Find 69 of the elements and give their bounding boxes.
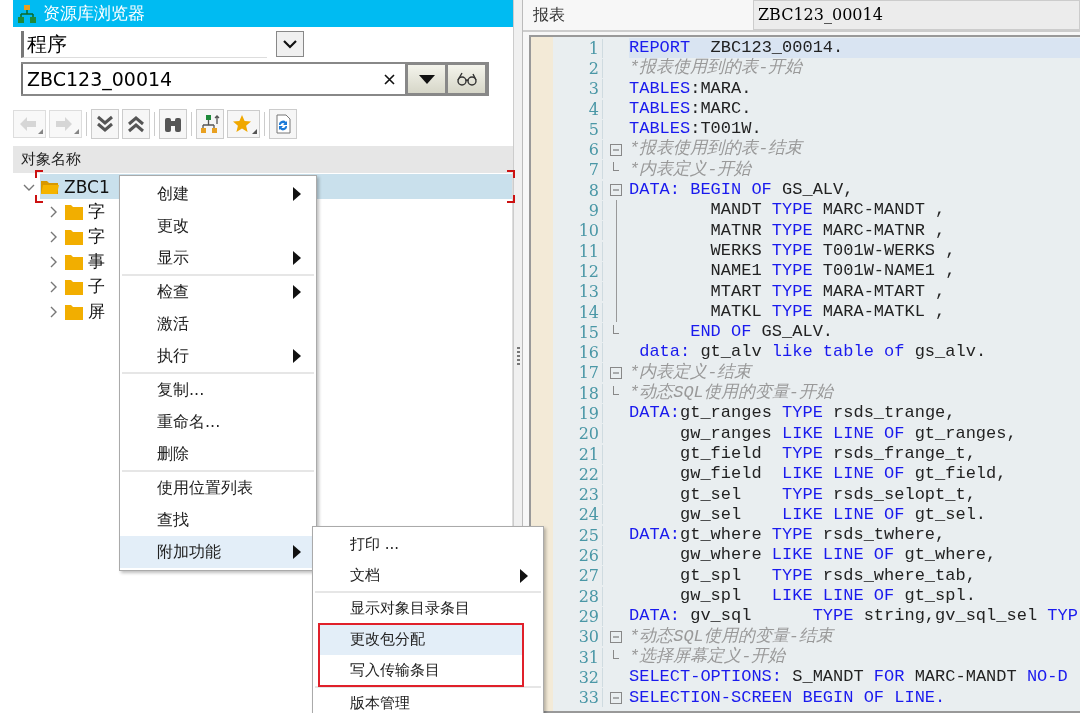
code-line: DATA: BEGIN OF GS_ALV, — [629, 180, 855, 201]
code-line: SELECT-OPTIONS: S_MANDT FOR MARC-MANDT NO-D — [629, 667, 1069, 688]
code-line: NAME1 TYPE T001W-NAME1 , — [709, 261, 957, 282]
line-number: 31 — [553, 647, 603, 667]
code-line: gt_field TYPE rsds_frange_t, — [679, 443, 977, 465]
line-number: 24 — [553, 505, 603, 525]
line-number: 4 — [553, 99, 603, 119]
line-number: 8 — [553, 180, 603, 200]
code-line: WERKS TYPE T001W-WERKS , — [709, 240, 957, 262]
line-number: 22 — [553, 464, 603, 484]
line-number: 29 — [553, 606, 603, 626]
code-line: MANDT TYPE MARC-MANDT , — [709, 200, 947, 221]
line-number: 11 — [553, 241, 603, 261]
line-number: 32 — [553, 667, 603, 687]
line-number: 25 — [553, 525, 603, 545]
line-number: 14 — [553, 302, 603, 322]
line-number: 5 — [553, 119, 603, 139]
code-line: *内表定义-开始 — [629, 159, 753, 181]
line-number: 15 — [553, 322, 603, 342]
line-number: 1 — [553, 38, 603, 58]
line-number: 2 — [553, 58, 603, 78]
line-number: 16 — [553, 343, 603, 363]
line-number: 18 — [553, 383, 603, 403]
program-name-field: ZBC123_00014 — [753, 0, 1080, 30]
report-label: 报表 — [532, 4, 566, 26]
line-number: 9 — [553, 201, 603, 220]
code-line: gt_sel TYPE rsds_selopt_t, — [679, 484, 977, 505]
line-number: 6 — [553, 140, 603, 160]
line-number: 23 — [553, 485, 603, 505]
line-number: 27 — [553, 566, 603, 586]
code-line: *内表定义-结束 — [629, 362, 754, 383]
line-number: 17 — [553, 363, 603, 383]
line-number: 30 — [553, 627, 603, 647]
code-line: *报表使用到的表-结束 — [629, 139, 805, 160]
line-number: 12 — [553, 261, 603, 281]
line-number: 13 — [553, 282, 603, 302]
code-line: gw_ranges LIKE LINE OF gt_ranges, — [679, 423, 1018, 444]
code-line: DATA:gt_where TYPE rsds_twhere, — [629, 525, 947, 546]
code-line: *选择屏幕定义-开始 — [629, 646, 787, 668]
code-line: DATA: gv_sql TYPE string,gv_sql_sel TYP — [629, 606, 1079, 626]
code-line: MATNR TYPE MARC-MATNR , — [709, 220, 947, 241]
code-line: *动态SQL使用的变量-开始 — [629, 383, 835, 404]
line-number: 20 — [553, 424, 603, 444]
code-line: *动态SQL使用的变量-结束 — [629, 626, 836, 647]
code-line: DATA:gt_ranges TYPE rsds_trange, — [629, 403, 957, 424]
code-line: gw_sel LIKE LINE OF gt_sel. — [679, 504, 988, 526]
code-line: MATKL TYPE MARA-MATKL , — [709, 301, 947, 323]
code-line: END OF GS_ALV. — [689, 322, 835, 343]
line-number: 26 — [553, 546, 603, 566]
code-line: gw_spl LIKE LINE OF gt_spl. — [679, 586, 977, 607]
line-number: 21 — [553, 444, 603, 464]
line-number: 28 — [553, 586, 603, 606]
code-line: *报表使用到的表-开始 — [629, 58, 804, 79]
line-number: 19 — [553, 404, 603, 423]
line-number: 33 — [553, 688, 603, 708]
code-line: TABLES:MARC. — [629, 98, 753, 120]
code-line: SELECTION-SCREEN BEGIN OF LINE. — [629, 687, 947, 708]
code-line: TABLES:T001W. — [629, 119, 763, 139]
code-line: TABLES:MARA. — [629, 78, 753, 99]
code-line: gw_where LIKE LINE OF gt_where, — [679, 545, 998, 566]
code-line: MTART TYPE MARA-MTART , — [709, 281, 947, 302]
line-number: 3 — [553, 79, 603, 99]
code-line: gw_field LIKE LINE OF gt_field, — [679, 464, 1008, 485]
line-number: 7 — [553, 160, 603, 180]
code-line: gt_spl TYPE rsds_where_tab, — [679, 565, 977, 586]
column-header: 对象名称 — [13, 146, 513, 173]
window-title: 资源库浏览器 — [43, 2, 145, 25]
line-number: 10 — [553, 221, 603, 241]
code-line: data: gt_alv like table of gs_alv. — [638, 342, 988, 363]
